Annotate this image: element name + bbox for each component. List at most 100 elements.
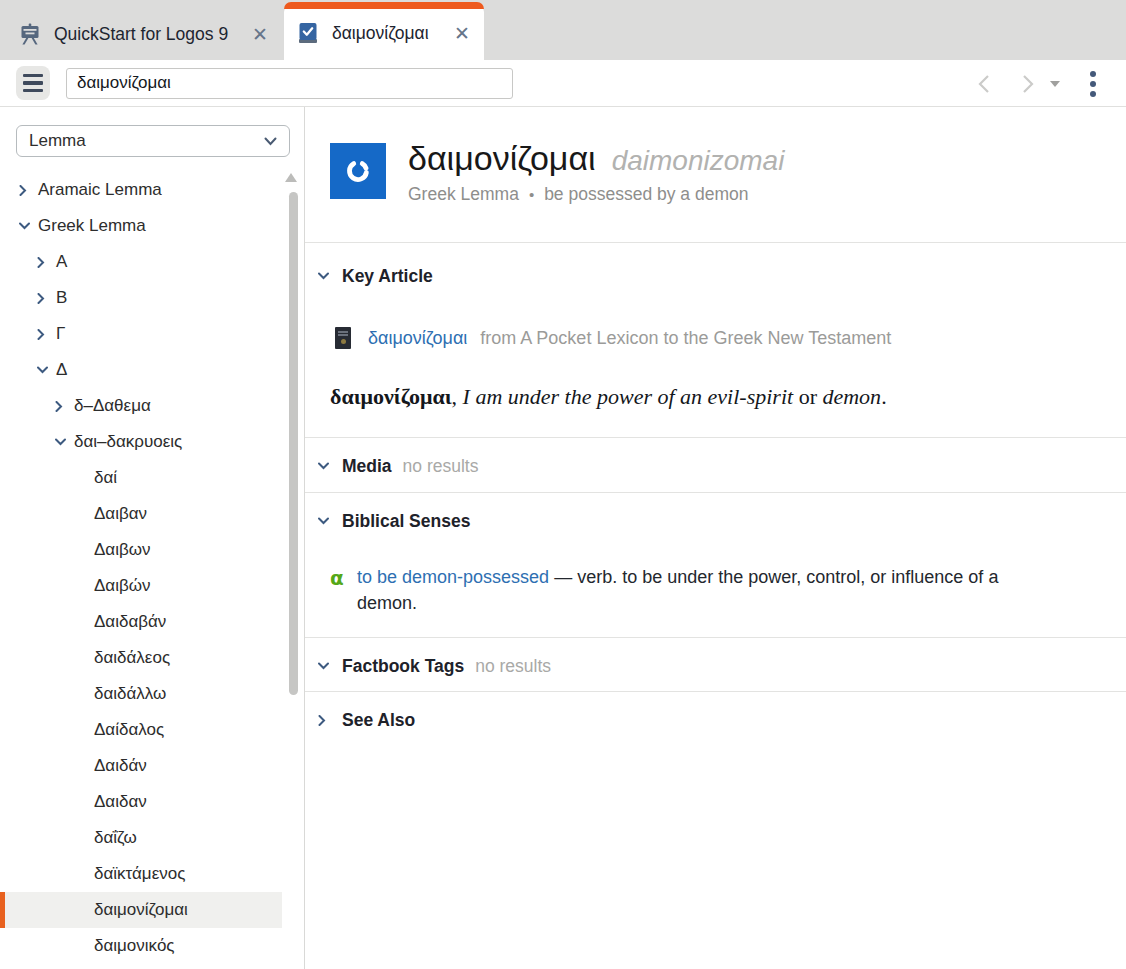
tree-item-label: Δαίδαλος (94, 720, 164, 740)
tree-item[interactable]: Δαιβαν (0, 496, 282, 532)
tab-label: δαιμονίζομαι (332, 23, 444, 44)
tree-item-label: δαι–δακρυοεις (74, 432, 182, 452)
filter-select[interactable]: Lemma (16, 125, 290, 157)
tree-item-label: Β (56, 288, 67, 308)
lemma-tree: Aramaic Lemma Greek Lemma ΑΒΓΔδ–Δαθεμα δαι–… (0, 172, 304, 964)
tree-item[interactable]: Δαιβών (0, 568, 282, 604)
tree-item[interactable]: Α (0, 244, 282, 280)
tree-item-label: δαιδάλλω (94, 684, 166, 704)
no-results-label: no results (403, 456, 479, 477)
history-dropdown-icon[interactable] (1049, 60, 1061, 107)
tree-item[interactable]: Δαιδαν (0, 784, 282, 820)
tree-item[interactable]: Δαιδαβάν (0, 604, 282, 640)
page-title: δαιμονίζομαι (408, 139, 596, 178)
lemma-gloss: be possessed by a demon (544, 184, 748, 205)
back-icon[interactable] (974, 60, 996, 107)
chevron-down-icon[interactable] (318, 462, 342, 470)
factbook-panel: δαιμονίζομαι daimonizomai Greek Lemma • … (305, 107, 1126, 969)
tab-bar: QuickStart for Logos 9 ✕ δαιμονίζομαι ✕ (0, 0, 1126, 60)
article-source: from A Pocket Lexicon to the Greek New T… (480, 328, 891, 349)
chevron-down-icon[interactable] (318, 517, 342, 525)
chevron-right-icon[interactable] (32, 257, 56, 268)
tree-item[interactable]: δαιμονικός (0, 928, 282, 964)
tree-item-label: δαί (94, 468, 117, 488)
chevron-down-icon[interactable] (14, 222, 38, 230)
chevron-right-icon[interactable] (50, 401, 74, 412)
tree-item-label: δ–Δαθεμα (74, 396, 151, 416)
tree-item[interactable]: Β (0, 280, 282, 316)
tree-item-label: Δαιβαν (94, 504, 147, 524)
chevron-down-icon[interactable] (318, 272, 342, 280)
section-media: Media no results (305, 437, 1126, 492)
chevron-down-icon[interactable] (32, 366, 56, 374)
presentation-easel-icon (18, 22, 42, 46)
tree-item-label: Δαιδαβάν (94, 612, 166, 632)
tree-item-label: δαιδάλεος (94, 648, 170, 668)
lemma-type: Greek Lemma (408, 184, 519, 205)
tree-item-label: Γ (56, 324, 65, 344)
tree-item-label: δαΐζω (94, 828, 137, 848)
tab-quickstart[interactable]: QuickStart for Logos 9 ✕ (6, 8, 282, 60)
book-cover-icon (335, 327, 351, 349)
section-title: Key Article (342, 266, 433, 287)
tree-item[interactable]: Δαιβων (0, 532, 282, 568)
scrollbar-thumb[interactable] (289, 192, 298, 695)
section-key-article: Key Article δαιμονίζομαι from A Pocket L… (305, 242, 1126, 437)
tree-item[interactable]: Δαιδάν (0, 748, 282, 784)
tree-item[interactable]: δαιδάλλω (0, 676, 282, 712)
close-icon[interactable]: ✕ (252, 25, 268, 44)
tree-item[interactable]: δαιμονίζομαι (0, 892, 282, 928)
tree-item[interactable]: δαϊκτάμενος (0, 856, 282, 892)
filter-select-label: Lemma (29, 131, 264, 151)
transliteration: daimonizomai (612, 145, 785, 177)
panel-menu-icon[interactable] (16, 66, 50, 100)
tree-item-label: δαϊκτάμενος (94, 864, 185, 884)
tree-item-label: Δαιδάν (94, 756, 147, 776)
tree-item[interactable]: δαι–δακρυοεις (0, 424, 282, 460)
close-icon[interactable]: ✕ (454, 24, 470, 43)
panel-kebab-menu-icon[interactable] (1087, 60, 1099, 107)
tree-item[interactable]: Γ (0, 316, 282, 352)
tree-item-label: Greek Lemma (38, 216, 146, 236)
tree-item[interactable]: Δ (0, 352, 282, 388)
lemma-refresh-icon (330, 143, 386, 199)
chevron-right-icon[interactable] (318, 715, 342, 726)
alpha-sense-icon: α (330, 565, 344, 591)
section-title: Biblical Senses (342, 511, 470, 532)
search-input[interactable] (66, 68, 513, 99)
section-title: Media (342, 456, 392, 477)
tree-item[interactable]: Δαίδαλος (0, 712, 282, 748)
scrollbar-up-icon[interactable] (285, 173, 297, 182)
section-see-also: See Also (305, 691, 1126, 969)
section-factbook-tags: Factbook Tags no results (305, 637, 1126, 691)
tree-item-label: Δαιβων (94, 540, 151, 560)
tree-item-label: Δαιδαν (94, 792, 147, 812)
panel-toolbar (0, 60, 1126, 107)
chevron-down-icon[interactable] (50, 438, 74, 446)
no-results-label: no results (475, 656, 551, 677)
section-biblical-senses: Biblical Senses αto be demon-possessed —… (305, 492, 1126, 637)
chevron-right-icon[interactable] (14, 185, 38, 196)
tree-item[interactable]: Aramaic Lemma (0, 172, 282, 208)
tab-daimonizomai[interactable]: δαιμονίζομαι ✕ (284, 2, 484, 60)
sense-link[interactable]: to be demon-possessed (357, 567, 549, 587)
lemma-sidebar: Lemma Aramaic Lemma Greek Lemma ΑΒΓΔδ–Δαθε… (0, 107, 305, 969)
tree-item-label: δαιμονικός (94, 936, 175, 956)
article-link[interactable]: δαιμονίζομαι (368, 328, 467, 349)
tree-item[interactable]: δαί (0, 460, 282, 496)
tab-label: QuickStart for Logos 9 (54, 24, 242, 45)
factbook-icon (296, 21, 320, 45)
tree-item[interactable]: δ–Δαθεμα (0, 388, 282, 424)
tree-item[interactable]: δαιδάλεος (0, 640, 282, 676)
chevron-right-icon[interactable] (32, 329, 56, 340)
tree-item[interactable]: Greek Lemma (0, 208, 282, 244)
section-title: See Also (342, 710, 415, 731)
section-title: Factbook Tags (342, 656, 464, 677)
tree-item-label: Δ (56, 360, 67, 380)
tree-item[interactable]: δαΐζω (0, 820, 282, 856)
chevron-down-icon[interactable] (318, 662, 342, 670)
lemma-header: δαιμονίζομαι daimonizomai Greek Lemma • … (305, 107, 1126, 242)
tree-item-label: Aramaic Lemma (38, 180, 162, 200)
chevron-right-icon[interactable] (32, 293, 56, 304)
forward-icon[interactable] (1016, 60, 1038, 107)
